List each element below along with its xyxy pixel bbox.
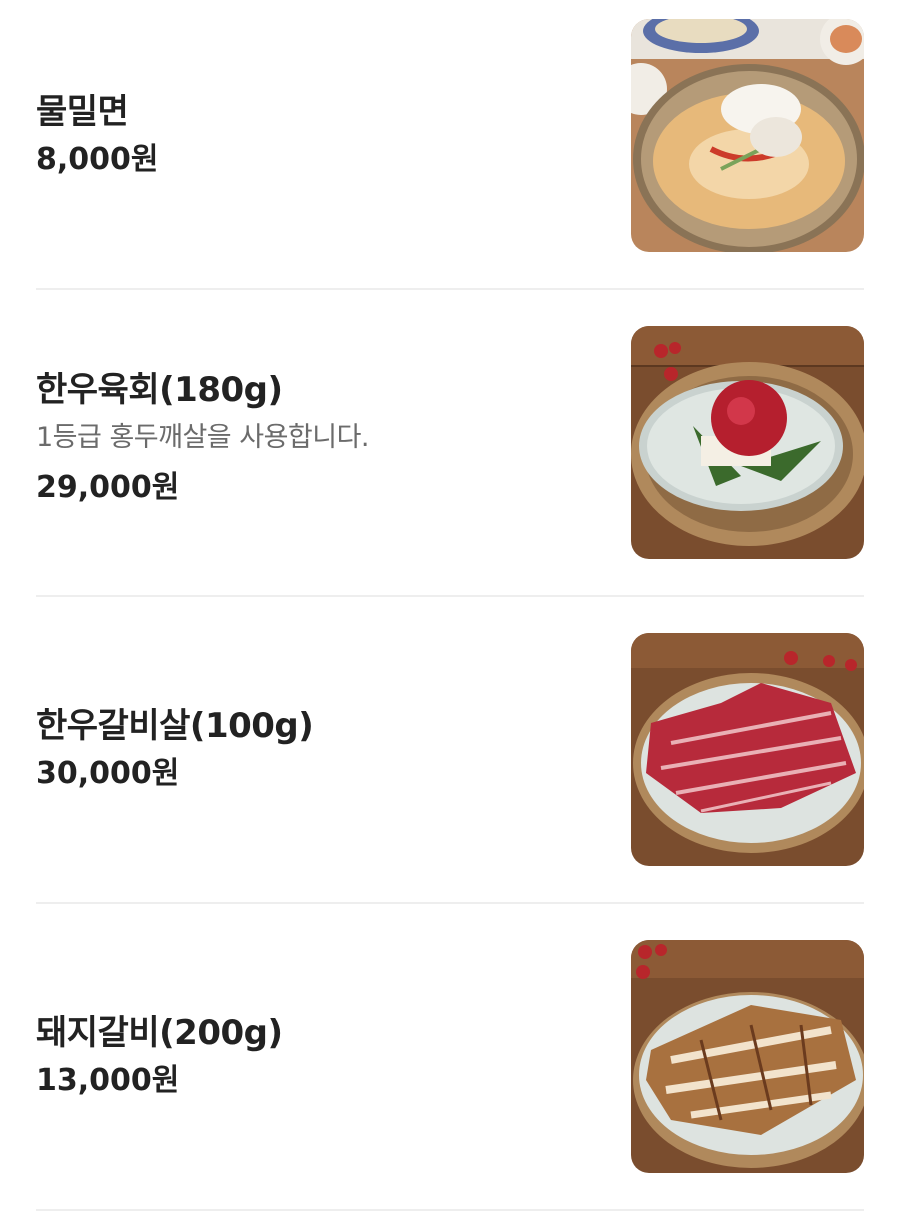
menu-item-info: 한우갈비살(100g) 30,000원 — [36, 704, 596, 794]
menu-item-name: 한우육회(180g) — [36, 370, 283, 410]
menu-item-photo[interactable] — [631, 19, 864, 252]
menu-item-hanwoo-yukhoe[interactable]: 한우육회(180g) 1등급 홍두깨살을 사용합니다. 29,000원 — [36, 307, 864, 614]
hanwoo-yukhoe-photo — [631, 326, 864, 559]
menu-item-price: 29,000원 — [36, 470, 180, 505]
menu-item-price: 13,000원 — [36, 1063, 180, 1098]
divider — [36, 288, 864, 290]
menu-item-name: 한우갈비살(100g) — [36, 706, 314, 746]
menu-item-info: 돼지갈비(200g) 13,000원 — [36, 1011, 596, 1101]
divider — [36, 595, 864, 597]
menu-item-info: 한우육회(180g) 1등급 홍두깨살을 사용합니다. 29,000원 — [36, 368, 596, 508]
hanwoo-galbisal-photo — [631, 633, 864, 866]
menu-item-photo[interactable] — [631, 940, 864, 1173]
menu-item-price: 8,000원 — [36, 142, 159, 177]
menu-item-info: 물밀면 8,000원 — [36, 90, 596, 180]
menu-item-description: 1등급 홍두깨살을 사용합니다. — [36, 422, 370, 453]
menu-item-photo[interactable] — [631, 633, 864, 866]
menu-item-name: 물밀면 — [36, 92, 129, 132]
menu-item-mulmilmyeon[interactable]: 물밀면 8,000원 — [36, 0, 864, 307]
menu-item-price: 30,000원 — [36, 756, 180, 791]
menu-item-name: 돼지갈비(200g) — [36, 1013, 283, 1053]
divider — [36, 902, 864, 904]
divider — [36, 1209, 864, 1211]
mulmilmyeon-photo — [631, 19, 864, 252]
menu-item-pork-galbi[interactable]: 돼지갈비(200g) 13,000원 — [36, 921, 864, 1215]
menu-list: 물밀면 8,000원 한우육회(180g) 1등급 홍두깨살을 사용합니다. 2… — [0, 0, 900, 1215]
menu-item-hanwoo-galbisal[interactable]: 한우갈비살(100g) 30,000원 — [36, 614, 864, 921]
pork-galbi-photo — [631, 940, 864, 1173]
menu-item-photo[interactable] — [631, 326, 864, 559]
